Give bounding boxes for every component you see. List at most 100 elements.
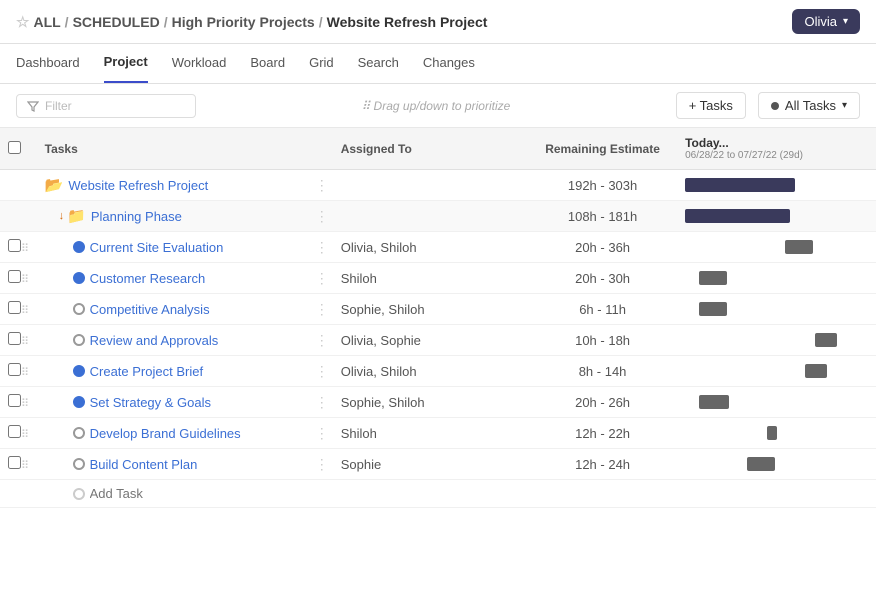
header: ☆ ALL / SCHEDULED / High Priority Projec… [0,0,876,44]
gantt-bar[interactable] [805,364,827,378]
gantt-bar[interactable] [785,240,813,254]
gantt-bar[interactable] [767,426,777,440]
row-menu-icon[interactable]: ⋮ [315,177,329,193]
breadcrumb-scheduled[interactable]: SCHEDULED [73,14,160,30]
gantt-bar[interactable] [747,457,775,471]
folder-phase-icon: 📁 [67,207,86,225]
task-name[interactable]: Review and Approvals [90,333,219,348]
assigned-to: Olivia, Shiloh [333,356,528,387]
filter-icon [27,100,39,112]
estimate-value: 20h - 26h [528,387,677,418]
table-row: ⠿ Customer Research ⋮Shiloh20h - 30h [0,263,876,294]
navigation: Dashboard Project Workload Board Grid Se… [0,44,876,84]
add-task-input[interactable] [90,486,270,501]
estimate-value: 12h - 22h [528,418,677,449]
task-checkbox[interactable] [8,456,21,469]
estimate-value: 8h - 14h [528,356,677,387]
task-name[interactable]: Build Content Plan [90,457,198,472]
task-checkbox[interactable] [8,332,21,345]
table-row: ⠿ Develop Brand Guidelines ⋮Shiloh12h - … [0,418,876,449]
table-row: ⠿ Review and Approvals ⋮Olivia, Sophie10… [0,325,876,356]
circle-gray-icon [73,334,85,346]
task-checkbox[interactable] [8,425,21,438]
row-menu-icon[interactable]: ⋮ [315,208,329,224]
col-tasks-header: Tasks [37,128,315,170]
task-name[interactable]: Customer Research [90,271,206,286]
folder-icon: 📂 [45,176,64,194]
nav-changes[interactable]: Changes [423,44,475,83]
estimate-value: 12h - 24h [528,449,677,480]
task-checkbox[interactable] [8,394,21,407]
gantt-bar[interactable] [685,178,795,192]
task-name[interactable]: Develop Brand Guidelines [90,426,241,441]
row-menu-icon[interactable]: ⋮ [315,425,329,441]
gantt-bar-cell [677,263,876,294]
task-checkbox[interactable] [8,301,21,314]
gantt-bar[interactable] [685,209,790,223]
task-checkbox[interactable] [8,270,21,283]
add-tasks-button[interactable]: + Tasks [676,92,746,119]
row-menu-icon[interactable]: ⋮ [315,239,329,255]
assigned-to: Shiloh [333,418,528,449]
drag-handle-icon[interactable]: ⠿ [21,243,29,255]
nav-workload[interactable]: Workload [172,44,227,83]
estimate-value: 20h - 36h [528,232,677,263]
row-menu-icon[interactable]: ⋮ [315,456,329,472]
estimate-value: 6h - 11h [528,294,677,325]
assigned-to [333,170,528,201]
gantt-bar[interactable] [815,333,837,347]
breadcrumb-highpriority[interactable]: High Priority Projects [172,14,315,30]
task-checkbox[interactable] [8,363,21,376]
col-drag [21,128,37,170]
circle-blue-icon [73,272,85,284]
breadcrumb-sep2: / [164,14,168,30]
task-name[interactable]: Current Site Evaluation [90,240,224,255]
estimate-value: 10h - 18h [528,325,677,356]
task-name[interactable]: Website Refresh Project [68,178,208,193]
circle-blue-icon [73,241,85,253]
nav-project[interactable]: Project [104,44,148,83]
all-tasks-button[interactable]: All Tasks ▾ [758,92,860,119]
gantt-bar[interactable] [699,271,727,285]
drag-handle-icon[interactable]: ⠿ [21,305,29,317]
task-name[interactable]: Planning Phase [91,209,182,224]
row-menu-icon[interactable]: ⋮ [315,270,329,286]
row-menu-icon[interactable]: ⋮ [315,332,329,348]
filter-box[interactable]: Filter [16,94,196,118]
row-menu-icon[interactable]: ⋮ [315,394,329,410]
gantt-bar[interactable] [699,395,729,409]
user-menu-button[interactable]: Olivia ▾ [792,9,860,34]
task-name[interactable]: Set Strategy & Goals [90,395,211,410]
drag-handle-icon[interactable]: ⠿ [21,429,29,441]
drag-handle-icon[interactable]: ⠿ [21,398,29,410]
gantt-bar[interactable] [699,302,727,316]
gantt-bar-cell [677,294,876,325]
nav-board[interactable]: Board [250,44,285,83]
breadcrumb-sep1: / [65,14,69,30]
task-name[interactable]: Competitive Analysis [90,302,210,317]
nav-dashboard[interactable]: Dashboard [16,44,80,83]
circle-gray-icon [73,458,85,470]
all-tasks-chevron: ▾ [842,100,847,111]
task-checkbox[interactable] [8,239,21,252]
toolbar: Filter ⠿ Drag up/down to prioritize + Ta… [0,84,876,128]
nav-grid[interactable]: Grid [309,44,334,83]
drag-handle-icon[interactable]: ⠿ [21,367,29,379]
drag-handle-icon[interactable]: ⠿ [21,460,29,472]
row-menu-icon[interactable]: ⋮ [315,363,329,379]
add-tasks-label: + Tasks [689,98,733,113]
select-all-checkbox[interactable] [8,141,21,154]
row-menu-icon[interactable]: ⋮ [315,301,329,317]
add-task-row [0,480,876,508]
today-label: Today... [685,136,868,150]
assigned-to: Sophie [333,449,528,480]
breadcrumb-all[interactable]: ALL [33,14,60,30]
status-dot-icon [771,102,779,110]
task-name[interactable]: Create Project Brief [90,364,203,379]
breadcrumb: ☆ ALL / SCHEDULED / High Priority Projec… [16,13,487,31]
drag-handle-icon[interactable]: ⠿ [21,336,29,348]
gantt-bar-cell [677,449,876,480]
star-icon[interactable]: ☆ [16,13,29,31]
drag-handle-icon[interactable]: ⠿ [21,274,29,286]
nav-search[interactable]: Search [358,44,399,83]
